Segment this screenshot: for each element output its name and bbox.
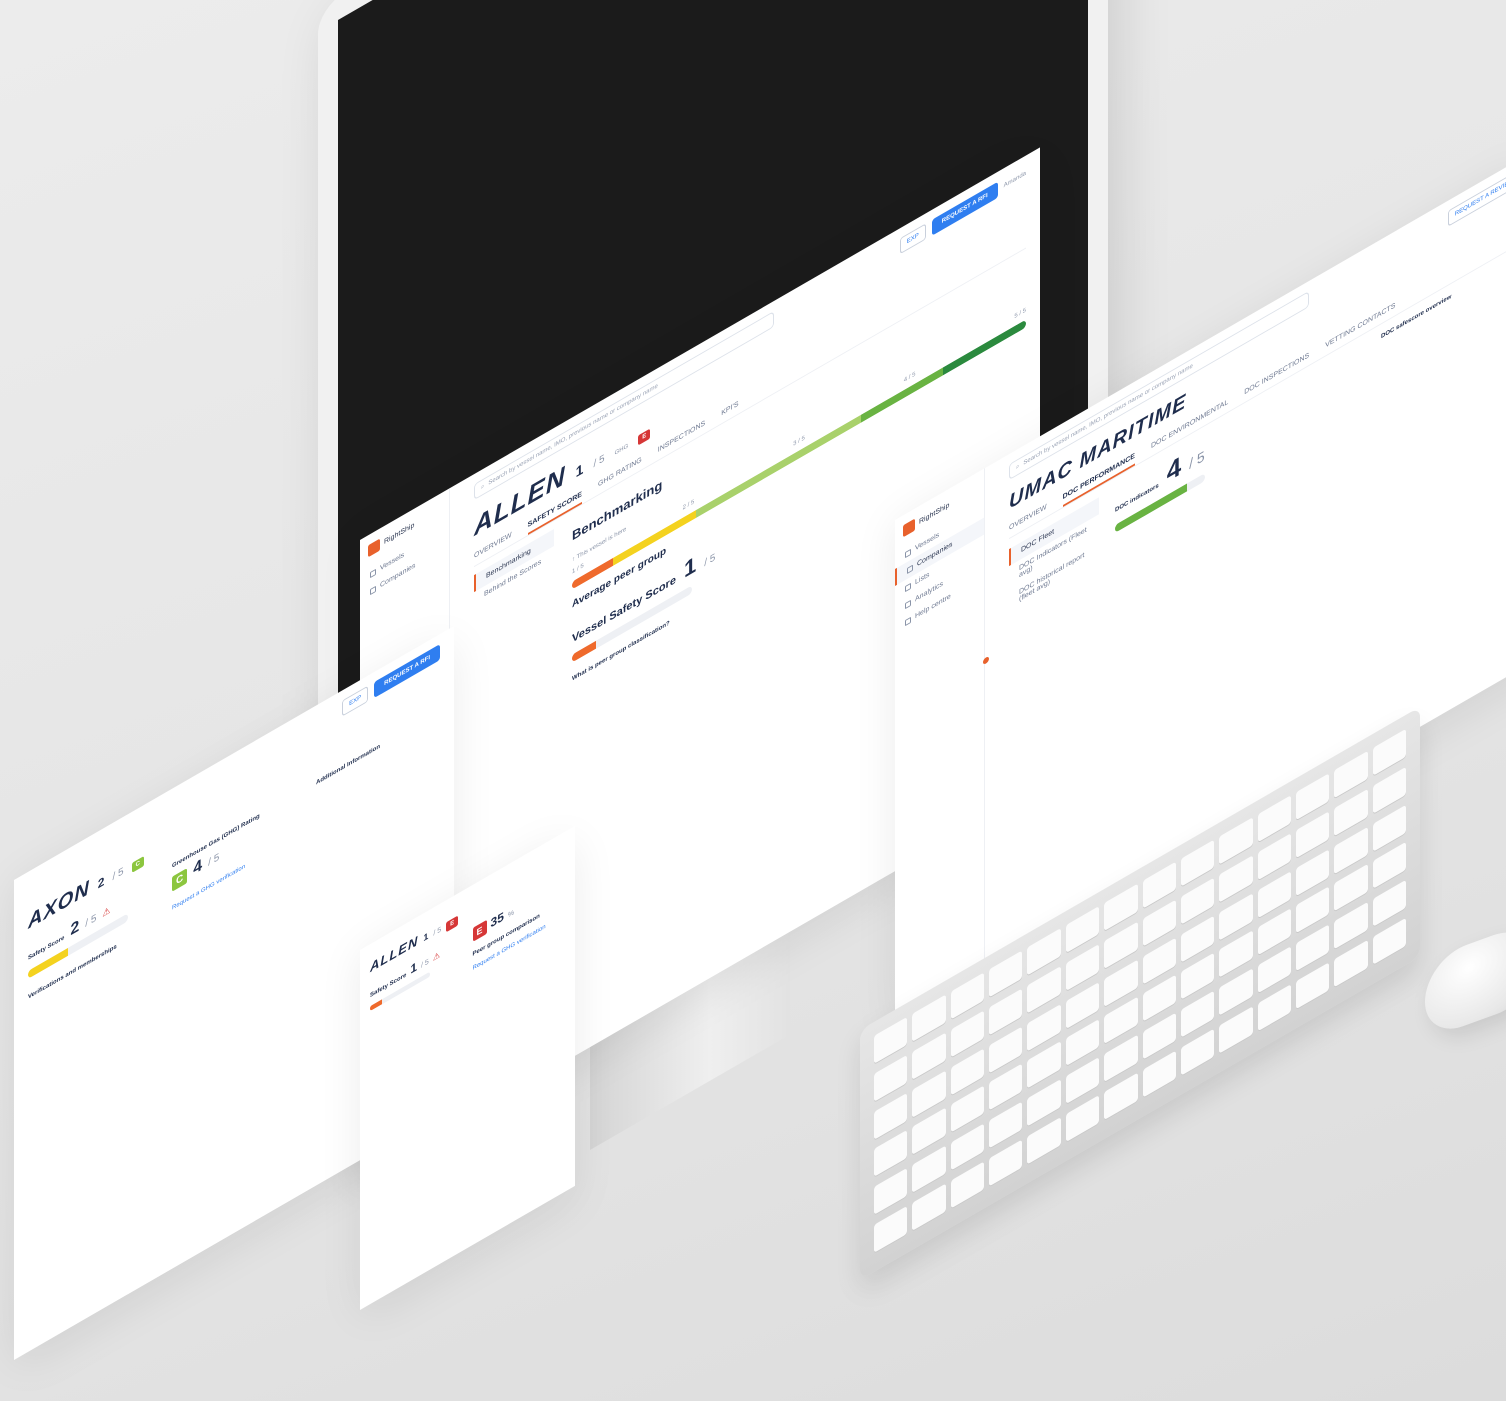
user-menu[interactable]: Amanda — [1004, 170, 1026, 189]
warning-icon: ⚠ — [102, 904, 111, 919]
safety-score-total: / 5 — [421, 958, 429, 970]
ghg-badge: E — [446, 915, 459, 933]
safety-score-fill — [370, 999, 382, 1012]
keyboard-key — [989, 1139, 1023, 1187]
safety-score-total: / 5 — [85, 912, 97, 930]
export-button[interactable]: EXP — [899, 223, 926, 255]
ghg-score-unit: % — [507, 909, 515, 920]
safety-score-total: / 5 — [704, 551, 716, 570]
safety-score-value: 1 — [410, 959, 418, 977]
warning-icon: ⚠ — [432, 949, 441, 963]
ghg-score-value: 4 — [193, 856, 203, 879]
sub-nav: Benchmarking Behind the Scores — [474, 528, 554, 739]
chart-icon — [905, 599, 911, 609]
mockup-scene: RightShip Vessels Companies ⌕ Search by … — [0, 0, 1506, 1401]
logo-icon — [903, 518, 915, 538]
export-button[interactable]: EXP — [342, 685, 369, 717]
ship-icon — [905, 548, 911, 558]
search-icon: ⌕ — [1016, 462, 1020, 471]
ghg-badge: E — [638, 428, 651, 446]
rating-value: 2 — [97, 873, 105, 892]
doc-score-total: / 5 — [1189, 447, 1205, 473]
rating-value: 1 — [575, 459, 584, 481]
ghg-grade-badge: C — [172, 867, 188, 892]
list-icon — [905, 582, 911, 592]
ghg-badge: C — [131, 855, 144, 874]
keyboard-key — [1104, 1072, 1138, 1121]
keyboard-key — [1065, 1095, 1100, 1143]
keyboard-key — [1334, 940, 1368, 988]
keyboard-key — [1180, 1028, 1215, 1076]
band-label: 5 / 5 — [1014, 307, 1026, 321]
ghg-score-unit: / 5 — [208, 851, 220, 869]
ghg-score-value: 35 — [490, 908, 504, 931]
keyboard-key — [1219, 1006, 1253, 1054]
building-icon — [907, 564, 913, 574]
rating-total: / 5 — [112, 865, 124, 884]
keyboard-key — [874, 1205, 908, 1254]
keyboard-key — [912, 1183, 946, 1231]
tab-kpis[interactable]: KPI'S — [721, 396, 738, 423]
band-label: 2 / 5 — [682, 499, 695, 512]
doc-score-value: 4 — [1166, 449, 1182, 489]
keyboard-key — [1372, 917, 1406, 966]
ship-icon — [370, 568, 376, 578]
keyboard-key — [1027, 1117, 1061, 1165]
ghg-grade-badge: E — [472, 919, 487, 943]
ghg-label: GHG — [614, 443, 629, 458]
building-icon — [370, 585, 376, 595]
safety-score-value: 1 — [683, 550, 697, 583]
keyboard-key — [950, 1161, 985, 1209]
logo-icon — [368, 538, 380, 558]
sidebar: RightShip Vessels Companies Lists Analyt… — [895, 468, 985, 1030]
rating-total: / 5 — [593, 452, 605, 471]
keyboard-key — [1295, 962, 1330, 1010]
band-label: 3 / 5 — [793, 435, 805, 448]
search-icon: ⌕ — [481, 482, 485, 491]
rating-total: / 5 — [433, 926, 442, 938]
band-label: 4 / 5 — [903, 371, 916, 385]
help-icon — [905, 616, 911, 626]
keyboard-key — [1142, 1050, 1176, 1099]
keyboard-key — [1257, 984, 1291, 1032]
safety-score-value: 2 — [70, 917, 80, 940]
band-label: 1 / 5 — [572, 562, 584, 576]
rating-value: 1 — [423, 930, 429, 944]
